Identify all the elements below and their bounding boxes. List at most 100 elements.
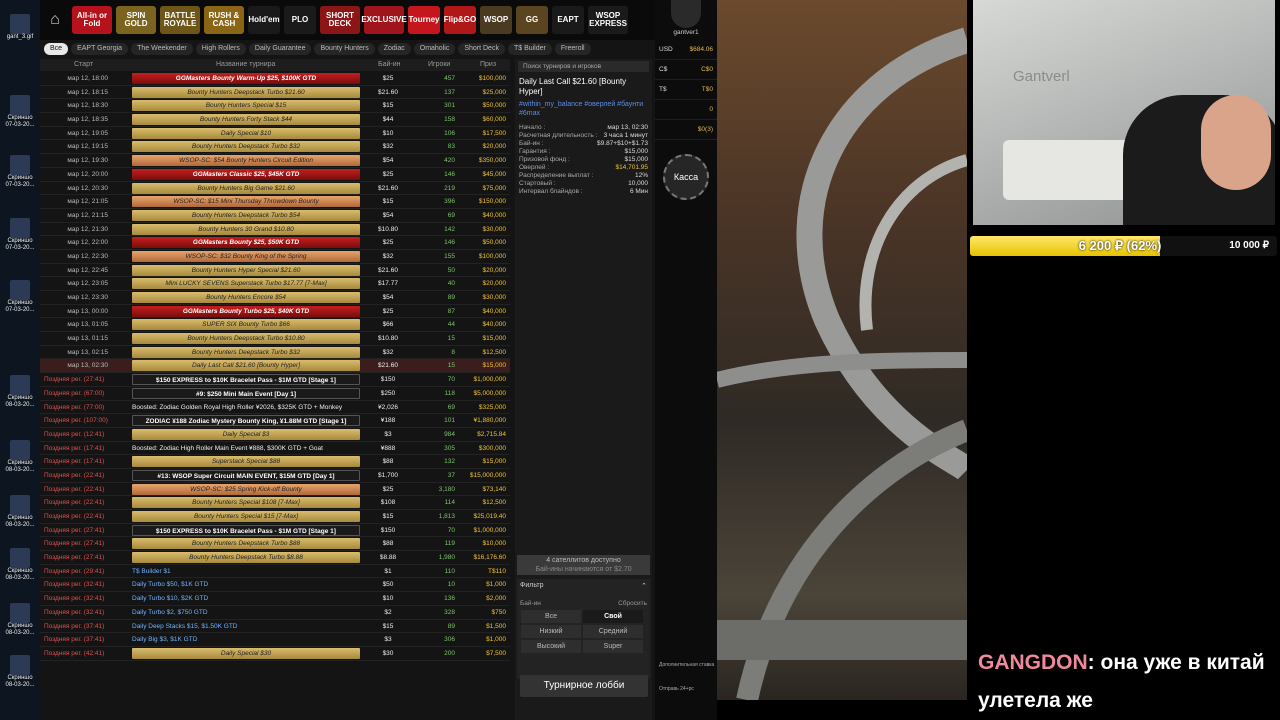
table-row[interactable]: Поздняя рег. (22:41) Bounty Hunters Speci… <box>40 510 510 524</box>
table-row[interactable]: Поздняя рег. (37:41) Daily Big $3, $1K GT… <box>40 633 510 647</box>
filter-chip[interactable]: T$ Builder <box>507 43 552 55</box>
table-row[interactable]: Поздняя рег. (37:41) Daily Deep Stacks $1… <box>40 620 510 634</box>
filter-chip[interactable]: Freeroll <box>554 43 591 55</box>
table-row[interactable]: мар 12, 19:05 Daily Special $10 $10 106 $17,… <box>40 127 510 141</box>
table-row[interactable]: мар 13, 02:30 Daily Last Call $21.60 [Bou… <box>40 359 510 374</box>
game-tab[interactable]: RUSH & CASH <box>204 6 244 34</box>
game-tab[interactable]: WSOP <box>480 6 512 34</box>
table-row[interactable]: Поздняя рег. (42:41) Daily Special $30 $30… <box>40 647 510 661</box>
extra-bet-link[interactable]: Дополнительная ставка <box>659 662 715 668</box>
desktop-file[interactable]: Скриншо 07-03-20... <box>3 218 37 270</box>
balance-row[interactable]: 0 <box>655 100 717 120</box>
game-tab[interactable]: Flip&GO <box>444 6 476 34</box>
table-row[interactable]: Поздняя рег. (27:41) Bounty Hunters Deeps… <box>40 551 510 565</box>
table-row[interactable]: Поздняя рег. (22:41) #13: WSOP Super Circ… <box>40 469 510 483</box>
filter-chip[interactable]: Bounty Hunters <box>314 43 375 55</box>
desktop-file[interactable]: Скриншо 08-03-20... <box>3 548 37 600</box>
table-row[interactable]: мар 13, 01:05 SUPER SIX Bounty Turbo $66 $… <box>40 318 510 333</box>
balance-row[interactable]: C$ C$0 <box>655 60 717 80</box>
table-row[interactable]: мар 12, 18:15 Bounty Hunters Deepstack Tu… <box>40 86 510 100</box>
filter-chip[interactable]: Short Deck <box>458 43 505 55</box>
table-row[interactable]: мар 12, 18:00 GGMasters Bounty Warm-Up $2… <box>40 72 510 86</box>
table-row[interactable]: Поздняя рег. (67:00) #9: $250 Mini Main E… <box>40 387 510 401</box>
filter-chip[interactable]: High Rollers <box>195 43 246 55</box>
desktop-file[interactable]: Скриншо 07-03-20... <box>3 95 37 147</box>
table-row[interactable]: Поздняя рег. (27:41) Bounty Hunters Deeps… <box>40 537 510 552</box>
table-row[interactable]: мар 12, 22:30 WSOP-SC: $32 Bounty King of… <box>40 250 510 264</box>
filter-chip[interactable]: EAPT Georgia <box>71 43 129 55</box>
send-link[interactable]: Отправь 24+рс <box>659 686 715 692</box>
filter-chip[interactable]: Zodiac <box>377 43 411 55</box>
game-tab[interactable]: Tourney <box>408 6 440 34</box>
filter-chip[interactable]: Все <box>44 43 69 55</box>
satellites-button[interactable]: 4 сателлитов доступно Бай-ины начинаются… <box>517 555 650 575</box>
table-row[interactable]: мар 12, 23:05 Mini LUCKY SEVENS Superstac… <box>40 277 510 291</box>
table-row[interactable]: Поздняя рег. (17:41) Superstack Special $… <box>40 455 510 469</box>
game-tab[interactable]: Hold'em <box>248 6 280 34</box>
col-players[interactable]: Игроки <box>428 61 450 68</box>
table-row[interactable]: мар 13, 02:15 Bounty Hunters Deepstack Tu… <box>40 346 510 360</box>
table-row[interactable]: мар 12, 19:15 Bounty Hunters Deepstack Tu… <box>40 140 510 155</box>
buyin-filter-button[interactable]: Свой <box>583 610 643 623</box>
table-row[interactable]: Поздняя рег. (77:00) Boosted: Zodiac Gold… <box>40 401 510 415</box>
table-row[interactable]: мар 12, 20:30 Bounty Hunters Big Game $21… <box>40 182 510 196</box>
desktop-file[interactable]: gant_3.gif <box>3 14 37 66</box>
home-icon[interactable]: ⌂ <box>44 9 66 31</box>
table-row[interactable]: мар 12, 18:30 Bounty Hunters Special $15 $… <box>40 99 510 114</box>
table-row[interactable]: мар 13, 01:15 Bounty Hunters Deepstack Tu… <box>40 332 510 346</box>
table-row[interactable]: мар 12, 21:05 WSOP-SC: $15 Mini Thursday … <box>40 195 510 209</box>
table-row[interactable]: Поздняя рег. (22:41) WSOP-SC: $25 Spring … <box>40 483 510 497</box>
buyin-filter-button[interactable]: Super <box>583 640 643 653</box>
table-row[interactable]: мар 12, 22:00 GGMasters Bounty $25, $50K … <box>40 236 510 250</box>
table-row[interactable]: мар 12, 21:15 Bounty Hunters Deepstack Tu… <box>40 209 510 223</box>
col-prize[interactable]: Приз <box>480 61 496 68</box>
chevron-up-icon[interactable]: ⌃ <box>641 582 647 590</box>
table-row[interactable]: Поздняя рег. (12:41) Daily Special $3 $3 98… <box>40 428 510 442</box>
desktop-file[interactable]: Скриншо 08-03-20... <box>3 440 37 492</box>
buyin-filter-button[interactable]: Все <box>521 610 581 623</box>
table-row[interactable]: Поздняя рег. (32:41) Daily Turbo $50, $1K… <box>40 578 510 593</box>
filter-chip[interactable]: The Weekender <box>131 43 193 55</box>
table-row[interactable]: Поздняя рег. (27:41) $150 EXPRESS to $10K… <box>40 524 510 538</box>
tournament-lobby-button[interactable]: Турнирное лобби <box>520 675 648 697</box>
table-row[interactable]: Поздняя рег. (17:41) Boosted: Zodiac High… <box>40 442 510 456</box>
desktop-file[interactable]: Скриншо 07-03-20... <box>3 155 37 207</box>
desktop-file[interactable]: Скриншо 08-03-20... <box>3 603 37 655</box>
desktop-file[interactable]: Скриншо 08-03-20... <box>3 655 37 707</box>
game-tab[interactable]: PLO <box>284 6 316 34</box>
balance-row[interactable]: $0(3) <box>655 120 717 140</box>
game-tab[interactable]: BATTLE ROYALE <box>160 6 200 34</box>
table-row[interactable]: Поздняя рег. (107:00) ZODIAC ¥188 Zodiac … <box>40 414 510 428</box>
desktop-file[interactable]: Скриншо 07-03-20... <box>3 280 37 332</box>
filter-chip[interactable]: Omaholic <box>413 43 456 55</box>
table-row[interactable]: мар 12, 20:00 GGMasters Classic $25, $45K… <box>40 168 510 182</box>
game-tab[interactable]: EAPT <box>552 6 584 34</box>
table-row[interactable]: мар 13, 00:00 GGMasters Bounty Turbo $25,… <box>40 305 510 319</box>
col-start[interactable]: Старт <box>74 61 93 68</box>
table-row[interactable]: Поздняя рег. (32:41) Daily Turbo $10, $2K… <box>40 592 510 606</box>
table-row[interactable]: Поздняя рег. (29:41) T$ Builder $1 $1 110 T$… <box>40 565 510 579</box>
game-tab[interactable]: WSOP EXPRESS <box>588 6 628 34</box>
buyin-filter-button[interactable]: Низкий <box>521 625 581 638</box>
table-row[interactable]: мар 12, 23:30 Bounty Hunters Encore $54 $5… <box>40 291 510 305</box>
table-row[interactable]: мар 12, 19:30 WSOP-SC: $54 Bounty Hunters… <box>40 154 510 168</box>
game-tab[interactable]: All-in or Fold <box>72 6 112 34</box>
buyin-filter-button[interactable]: Средний <box>583 625 643 638</box>
balance-row[interactable]: T$ T$0 <box>655 80 717 100</box>
game-tab[interactable]: SPIN GOLD <box>116 6 156 34</box>
search-input[interactable]: Поиск турниров и игроков <box>518 61 649 72</box>
table-row[interactable]: Поздняя рег. (27:41) $150 EXPRESS to $10K… <box>40 373 510 387</box>
table-row[interactable]: Поздняя рег. (22:41) Bounty Hunters Speci… <box>40 496 510 510</box>
col-name[interactable]: Название турнира <box>216 61 275 68</box>
cashier-button[interactable]: Касса <box>663 154 709 200</box>
desktop-file[interactable]: Скриншо 08-03-20... <box>3 375 37 427</box>
table-row[interactable]: мар 12, 21:30 Bounty Hunters 30 Grand $10… <box>40 223 510 237</box>
table-row[interactable]: мар 12, 22:45 Bounty Hunters Hyper Specia… <box>40 264 510 278</box>
filter-chip[interactable]: Daily Guarantee <box>248 43 312 55</box>
balance-row[interactable]: USD $684.06 <box>655 40 717 60</box>
desktop-file[interactable]: Скриншо 08-03-20... <box>3 495 37 547</box>
col-buyin[interactable]: Бай-ин <box>378 61 401 68</box>
filter-reset-button[interactable]: Сбросить <box>618 600 647 607</box>
game-tab[interactable]: GG <box>516 6 548 34</box>
buyin-filter-button[interactable]: Высокий <box>521 640 581 653</box>
